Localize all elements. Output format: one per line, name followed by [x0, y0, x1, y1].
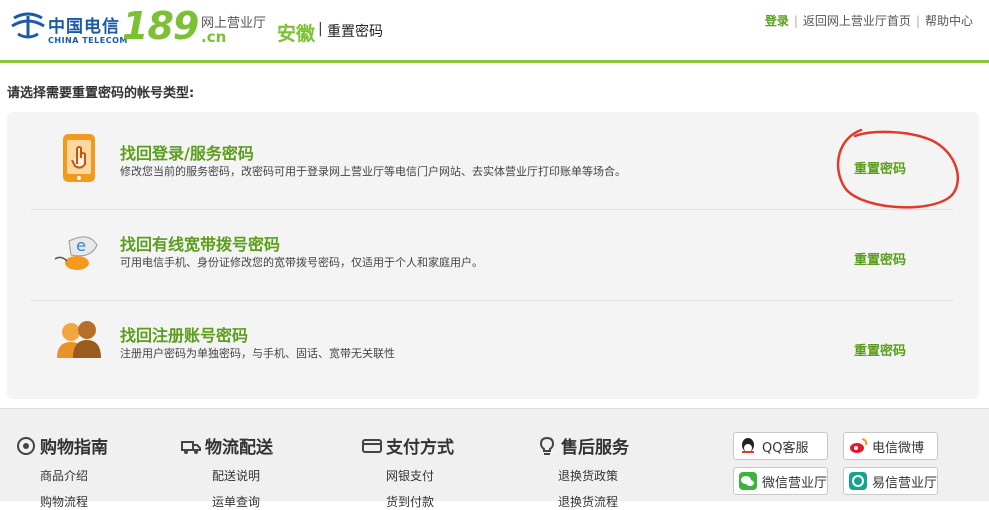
- footer-col-shopping: 购物指南: [16, 433, 108, 458]
- truck-icon: [181, 440, 201, 454]
- footer-link[interactable]: 退换货流程: [558, 493, 618, 510]
- site-header: 中国电信 CHINA TELECOM 189 网上营业厅 .cn 安徽 | 重置…: [0, 0, 989, 60]
- social-label: 电信微博: [872, 440, 925, 456]
- qq-service-button[interactable]: QQ客服: [733, 432, 828, 460]
- logo-189: 189: [122, 4, 199, 48]
- footer-col-aftersales: 售后服务: [537, 433, 629, 458]
- footer-heading-label: 物流配送: [205, 438, 273, 458]
- footer-heading-label: 购物指南: [40, 438, 108, 458]
- footer-link[interactable]: 网银支付: [386, 467, 434, 484]
- weibo-button[interactable]: 电信微博: [843, 432, 938, 460]
- footer-link[interactable]: 退换货政策: [558, 467, 618, 484]
- option-title[interactable]: 找回注册账号密码: [120, 322, 248, 346]
- social-label: 易信营业厅: [872, 475, 938, 491]
- footer-link[interactable]: 购物流程: [40, 493, 88, 510]
- yixin-hall-button[interactable]: 易信营业厅: [843, 467, 938, 495]
- option-row-broadband: e 找回有线宽带拨号密码 可用电信手机、身份证修改您的宽带拨号密码，仅适用于个人…: [31, 203, 953, 293]
- option-desc: 可用电信手机、身份证修改您的宽带拨号密码，仅适用于个人和家庭用户。: [120, 256, 483, 269]
- qq-icon: [742, 438, 754, 453]
- login-link[interactable]: 登录: [765, 14, 789, 28]
- option-title[interactable]: 找回有线宽带拨号密码: [120, 231, 280, 255]
- yixin-icon: [849, 472, 867, 490]
- footer-col-logistics: 物流配送: [181, 433, 273, 458]
- footer-link[interactable]: 货到付款: [386, 493, 434, 510]
- social-label: QQ客服: [762, 440, 809, 456]
- top-links-separator: |: [793, 14, 798, 28]
- bulb-icon: [539, 436, 555, 455]
- svg-text:e: e: [76, 236, 86, 255]
- weibo-icon: [850, 438, 868, 453]
- social-label: 微信营业厅: [762, 475, 828, 491]
- site-footer: 购物指南 商品介绍 购物流程 物流配送 配送说明 运单查询 支付方式 网银支付 …: [0, 408, 989, 509]
- footer-heading: 支付方式: [362, 433, 454, 458]
- footer-heading: 售后服务: [537, 433, 629, 458]
- reset-password-link[interactable]: 重置密码: [854, 249, 906, 268]
- phone-touch-icon: [63, 134, 95, 182]
- footer-heading-label: 售后服务: [561, 438, 629, 458]
- province-label[interactable]: 安徽: [277, 19, 315, 46]
- footer-heading: 购物指南: [16, 433, 108, 458]
- help-link[interactable]: 帮助中心: [925, 14, 973, 28]
- annotation-circle: [836, 128, 960, 209]
- wechat-icon: [739, 472, 757, 490]
- header-separator: |: [318, 21, 323, 37]
- footer-link[interactable]: 配送说明: [212, 467, 260, 484]
- footer-heading: 物流配送: [181, 433, 273, 458]
- footer-col-payment: 支付方式: [362, 433, 454, 458]
- option-desc: 注册用户密码为单独密码，与手机、固话、宽带无关联性: [120, 347, 395, 360]
- option-title[interactable]: 找回登录/服务密码: [120, 140, 254, 164]
- logo-cn-suffix: .cn: [201, 28, 227, 46]
- logo-text-en: CHINA TELECOM: [48, 36, 128, 45]
- footer-heading-label: 支付方式: [386, 438, 454, 458]
- option-desc: 修改您当前的服务密码，改密码可用于登录网上营业厅等电信门户网站、去实体营业厅打印…: [120, 165, 626, 178]
- top-links-separator: |: [915, 14, 920, 28]
- header-divider: [0, 60, 989, 63]
- info-circle-icon: [17, 436, 35, 455]
- intro-text: 请选择需要重置密码的帐号类型:: [7, 86, 195, 101]
- page-title: 重置密码: [327, 24, 383, 40]
- footer-link[interactable]: 商品介绍: [40, 467, 88, 484]
- card-icon: [362, 438, 382, 453]
- home-link[interactable]: 返回网上营业厅首页: [803, 14, 911, 28]
- logo-text-cn: 中国电信: [48, 17, 120, 37]
- users-icon: [57, 321, 101, 358]
- top-links: 登录 | 返回网上营业厅首页 | 帮助中心: [765, 12, 973, 29]
- broadband-mouse-icon: e: [54, 236, 98, 270]
- option-row-login-service: 找回登录/服务密码 修改您当前的服务密码，改密码可用于登录网上营业厅等电信门户网…: [31, 112, 953, 202]
- option-row-registered-account: 找回注册账号密码 注册用户密码为单独密码，与手机、固话、宽带无关联性 重置密码: [31, 294, 953, 384]
- footer-link[interactable]: 运单查询: [212, 493, 260, 510]
- wechat-hall-button[interactable]: 微信营业厅: [733, 467, 828, 495]
- china-telecom-logo-icon[interactable]: [10, 10, 46, 40]
- reset-password-link[interactable]: 重置密码: [854, 340, 906, 359]
